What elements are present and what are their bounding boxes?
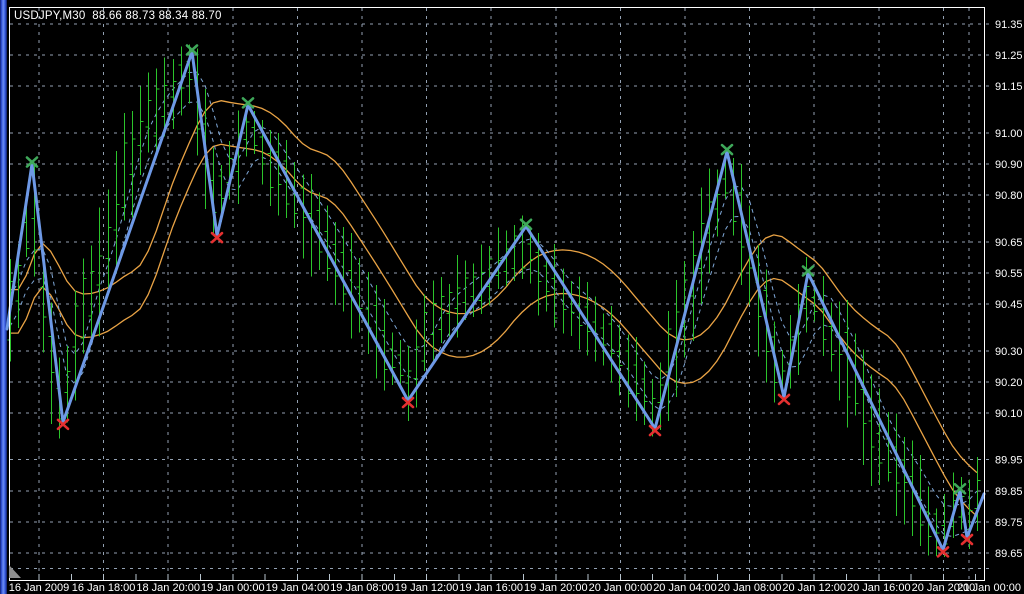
ohlc-bar xyxy=(146,73,152,153)
ohlc-bar xyxy=(89,245,95,344)
time-axis-label: 20 Jan 08:00 xyxy=(718,582,782,594)
ohlc-bar xyxy=(829,303,835,372)
price-axis-label: 89.65 xyxy=(995,548,1023,560)
price-axis-label: 91.25 xyxy=(995,50,1023,62)
ohlc-bar xyxy=(154,68,160,156)
ohlc-bars xyxy=(8,44,981,557)
chart-symbol-title: USDJPY,M30 88.66 88.73 88.34 88.70 xyxy=(14,10,222,22)
time-axis-label: 19 Jan 20:00 xyxy=(524,582,588,594)
ohlc-bar xyxy=(301,175,307,259)
ohlc-bar xyxy=(845,300,851,427)
price-axis-label: 89.75 xyxy=(995,517,1023,529)
ohlc-bar xyxy=(374,285,380,378)
ohlc-bar xyxy=(626,334,632,407)
time-axis-label: 21 Jan 00:00 xyxy=(957,582,1021,594)
price-axis-label: 90.45 xyxy=(995,299,1023,311)
ohlc-bar xyxy=(406,346,412,421)
mt4-chart-window: USDJPY,M30 88.66 88.73 88.34 88.70 91.35… xyxy=(0,0,1024,594)
price-axis-label: 90.30 xyxy=(995,346,1023,358)
time-axis-label: 20 Jan 12:00 xyxy=(782,582,846,594)
ohlc-bar xyxy=(902,437,908,524)
ohlc-bar xyxy=(601,314,607,366)
ohlc-bar xyxy=(171,59,177,129)
price-axis-label: 89.95 xyxy=(995,455,1023,467)
time-axis-label: 18 Jan 20:00 xyxy=(136,582,200,594)
price-axis-label: 90.90 xyxy=(995,159,1023,171)
price-chart[interactable]: 91.35 91.25 91.15 91.00 90.90 90.80 90.65 90.55… xyxy=(0,0,1024,594)
ohlc-bar xyxy=(609,306,615,383)
ohlc-bar xyxy=(447,284,453,337)
ohlc-bar xyxy=(122,113,128,221)
time-axis-label: 19 Jan 00:00 xyxy=(201,582,265,594)
time-axis-label: 19 Jan 08:00 xyxy=(330,582,394,594)
ohlc-bar xyxy=(431,281,437,363)
ohlc-bar xyxy=(617,325,623,396)
dashed-upper-line xyxy=(10,72,977,506)
time-axis-label: 16 Jan 2009 xyxy=(9,582,70,594)
ohlc-bar xyxy=(349,233,355,339)
ohlc-bar xyxy=(81,259,87,354)
price-axis[interactable]: 91.35 91.25 91.15 91.00 90.90 90.80 90.65 90.55… xyxy=(995,19,1023,560)
time-axis-label: 20 Jan 00:00 xyxy=(589,582,653,594)
price-axis-label: 90.55 xyxy=(995,268,1023,280)
price-axis-label: 90.80 xyxy=(995,190,1023,202)
price-axis-label: 91.00 xyxy=(995,128,1023,140)
time-axis-label: 20 Jan 04:00 xyxy=(653,582,717,594)
zigzag-line xyxy=(7,52,984,550)
ohlc-bar xyxy=(561,269,567,334)
time-axis[interactable]: 16 Jan 200916 Jan 18:0018 Jan 20:0019 Ja… xyxy=(9,574,1021,594)
time-axis-label: 20 Jan 16:00 xyxy=(847,582,911,594)
ohlc-bar xyxy=(341,227,347,311)
price-axis-label: 90.20 xyxy=(995,377,1023,389)
time-axis-label: 19 Jan 12:00 xyxy=(395,582,459,594)
ohlc-bar xyxy=(877,389,883,486)
ohlc-bar xyxy=(552,244,558,327)
price-axis-label: 90.10 xyxy=(995,408,1023,420)
ohlc-bar xyxy=(861,349,867,465)
price-axis-label: 89.85 xyxy=(995,486,1023,498)
time-axis-label: 19 Jan 04:00 xyxy=(266,582,330,594)
ohlc-bar xyxy=(569,281,575,336)
ohlc-bar xyxy=(114,151,120,273)
price-axis-label: 91.15 xyxy=(995,81,1023,93)
chart-border xyxy=(10,8,985,581)
price-axis-label: 91.35 xyxy=(995,19,1023,31)
ohlc-bar xyxy=(593,297,599,362)
time-axis-label: 16 Jan 18:00 xyxy=(72,582,136,594)
time-axis-label: 19 Jan 16:00 xyxy=(459,582,523,594)
ohlc-bar xyxy=(837,302,843,401)
price-axis-label: 90.65 xyxy=(995,237,1023,249)
ohlc-bar xyxy=(869,375,875,487)
chart-scroll-triangle-icon xyxy=(9,565,21,578)
ohlc-bar xyxy=(634,337,640,421)
